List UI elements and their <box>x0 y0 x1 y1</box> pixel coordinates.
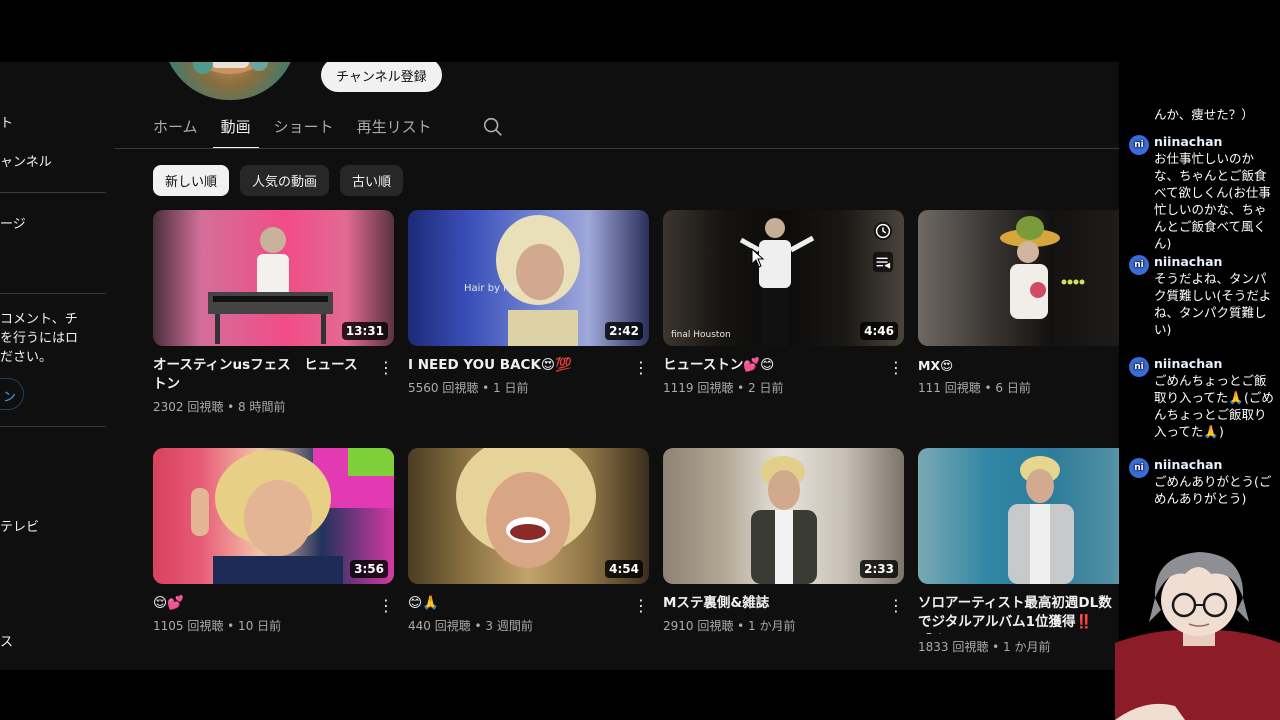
watch-later-icon[interactable] <box>872 220 894 242</box>
sidebar-login-button[interactable]: ン <box>0 378 24 410</box>
thumbnail-image <box>1008 456 1074 584</box>
tabs-divider <box>115 148 1119 149</box>
video-duration: 4:54 <box>605 560 643 578</box>
video-duration: 4:46 <box>860 322 898 340</box>
chat-username: niinachan <box>1154 457 1223 472</box>
video-duration: 2:33 <box>860 560 898 578</box>
video-meta: 111 回視聴 • 6 日前 <box>918 381 1031 395</box>
video-title[interactable]: I NEED YOU BACK😍💯 <box>408 356 649 375</box>
video-title[interactable]: MX😍 <box>918 356 1119 375</box>
video-title[interactable]: 😊🙏 <box>408 594 649 613</box>
chat-username: niinachan <box>1154 134 1223 149</box>
more-options-icon[interactable]: ⋮ <box>378 596 394 616</box>
sidebar-item-page[interactable]: ージ <box>0 213 26 232</box>
channel-tabs: ホーム 動画 ショート 再生リスト <box>153 116 455 149</box>
tab-shorts[interactable]: ショート <box>274 116 334 149</box>
more-options-icon[interactable]: ⋮ <box>888 596 904 616</box>
sidebar-item-label[interactable]: ト <box>0 112 13 131</box>
chip-newest[interactable]: 新しい順 <box>153 165 230 196</box>
video-card[interactable]: Hair by me 2:42 I NEED YOU BACK😍💯 5560 回… <box>408 210 649 396</box>
sidebar-divider <box>0 426 106 427</box>
avatar-image <box>193 62 268 74</box>
more-options-icon[interactable]: ⋮ <box>633 358 649 378</box>
chat-message-fragment: んか、痩せた？） <box>1154 107 1254 122</box>
video-duration: 13:31 <box>341 322 388 340</box>
tab-videos[interactable]: 動画 <box>212 116 259 149</box>
video-thumbnail[interactable]: final Houston 4:46 <box>663 210 904 346</box>
chat-avatar: ni <box>1129 255 1149 275</box>
more-options-icon[interactable]: ⋮ <box>378 358 394 378</box>
sidebar-login-prompt-line2: を行うにはロ <box>0 331 79 346</box>
chat-text: ごめんちょっとご飯取り入ってた🙏(ごめんちょっとご飯取り入ってた🙏) <box>1154 373 1274 439</box>
chat-avatar: ni <box>1129 458 1149 478</box>
video-title[interactable]: ヒューストン💕😊 <box>663 356 904 375</box>
sidebar-divider <box>0 293 106 294</box>
mouse-cursor-icon <box>751 248 765 268</box>
video-card[interactable]: 3:56 😌💕 1105 回視聴 • 10 日前 ⋮ <box>153 448 394 634</box>
video-meta: 440 回視聴 • 3 週間前 <box>408 619 533 633</box>
sidebar-login-prompt-line1: コメント、チ <box>0 312 78 327</box>
video-meta: 5560 回視聴 • 1 日前 <box>408 381 529 395</box>
video-thumbnail[interactable]: 4:54 <box>408 448 649 584</box>
sidebar: ト ャンネル ージ コメント、チ を行うにはロ ださい。 ン テレビ ス <box>0 62 110 670</box>
video-card[interactable]: ソロアーティスト最高初週DL数でジタルアルバム1位獲得‼️【オリ 1833 回視… <box>918 448 1119 655</box>
youtube-channel-page: ト ャンネル ージ コメント、チ を行うにはロ ださい。 ン テレビ ス チャン… <box>0 62 1119 670</box>
search-icon[interactable] <box>482 116 504 138</box>
chat-username: niinachan <box>1154 254 1223 269</box>
video-meta: 1833 回視聴 • 1 か月前 <box>918 640 1051 654</box>
chip-oldest[interactable]: 古い順 <box>340 165 404 196</box>
video-card[interactable]: MX😍 111 回視聴 • 6 日前 <box>918 210 1119 396</box>
video-thumbnail[interactable] <box>918 210 1119 346</box>
video-title[interactable]: Mステ裏側&雑誌 <box>663 594 904 613</box>
chat-avatar: ni <box>1129 135 1149 155</box>
more-options-icon[interactable]: ⋮ <box>888 358 904 378</box>
video-title[interactable]: オースティンusフェス ヒューストン <box>153 356 394 394</box>
stream-chat: んか、痩せた？） ni niinachan お仕事忙しいのかな、ちゃんとご飯食べ… <box>1119 95 1280 515</box>
sort-chips: 新しい順 人気の動画 古い順 <box>153 165 404 196</box>
video-thumbnail[interactable]: 13:31 <box>153 210 394 346</box>
video-meta: 1105 回視聴 • 10 日前 <box>153 619 282 633</box>
video-title[interactable]: ソロアーティスト最高初週DL数でジタルアルバム1位獲得‼️【オリ <box>918 594 1119 634</box>
video-card[interactable]: final Houston 4:46 ヒューストン💕😊 1119 回視聴 • 2… <box>663 210 904 396</box>
video-title[interactable]: 😌💕 <box>153 594 394 613</box>
chip-popular[interactable]: 人気の動画 <box>240 165 330 196</box>
chat-text: お仕事忙しいのかな、ちゃんとご飯食べて欲しくん(お仕事忙しいのかな、ちゃんとご飯… <box>1154 151 1271 251</box>
chat-username: niinachan <box>1154 356 1223 371</box>
video-duration: 2:42 <box>605 322 643 340</box>
sidebar-item-channel[interactable]: ャンネル <box>0 151 52 170</box>
sidebar-login-prompt-line3: ださい。 <box>0 350 53 365</box>
subscribe-button[interactable]: チャンネル登録 <box>321 62 442 92</box>
video-meta: 2302 回視聴 • 8 時間前 <box>153 400 286 414</box>
chat-avatar: ni <box>1129 357 1149 377</box>
thumbnail-caption: final Houston <box>671 330 731 340</box>
chat-text: ごめんありがとう(ごめんありがとう) <box>1154 474 1272 506</box>
tab-home[interactable]: ホーム <box>153 116 198 149</box>
video-duration: 3:56 <box>350 560 388 578</box>
video-card[interactable]: 4:54 😊🙏 440 回視聴 • 3 週間前 ⋮ <box>408 448 649 634</box>
video-thumbnail[interactable]: 2:33 <box>663 448 904 584</box>
thumbnail-caption: Hair by me <box>464 283 520 294</box>
video-card[interactable]: 2:33 Mステ裏側&雑誌 2910 回視聴 • 1 か月前 ⋮ <box>663 448 904 634</box>
channel-avatar[interactable] <box>163 62 297 100</box>
more-options-icon[interactable]: ⋮ <box>633 596 649 616</box>
add-to-queue-icon[interactable] <box>872 251 894 273</box>
tab-playlists[interactable]: 再生リスト <box>357 116 432 149</box>
sidebar-item-misc[interactable]: ス <box>0 631 13 650</box>
chat-text: そうだよね、タンパク質難しい(そうだよね、タンパク質難しい) <box>1154 271 1272 337</box>
video-thumbnail[interactable] <box>918 448 1119 584</box>
video-thumbnail[interactable]: Hair by me 2:42 <box>408 210 649 346</box>
video-thumbnail[interactable]: 3:56 <box>153 448 394 584</box>
video-meta: 1119 回視聴 • 2 日前 <box>663 381 784 395</box>
sidebar-divider <box>0 192 106 193</box>
video-meta: 2910 回視聴 • 1 か月前 <box>663 619 796 633</box>
video-card[interactable]: 13:31 オースティンusフェス ヒューストン 2302 回視聴 • 8 時間… <box>153 210 394 415</box>
vtuber-avatar <box>1115 552 1280 720</box>
login-button-label: ン <box>3 390 17 405</box>
thumbnail-image <box>1000 216 1085 319</box>
sidebar-item-tv[interactable]: テレビ <box>0 516 39 535</box>
